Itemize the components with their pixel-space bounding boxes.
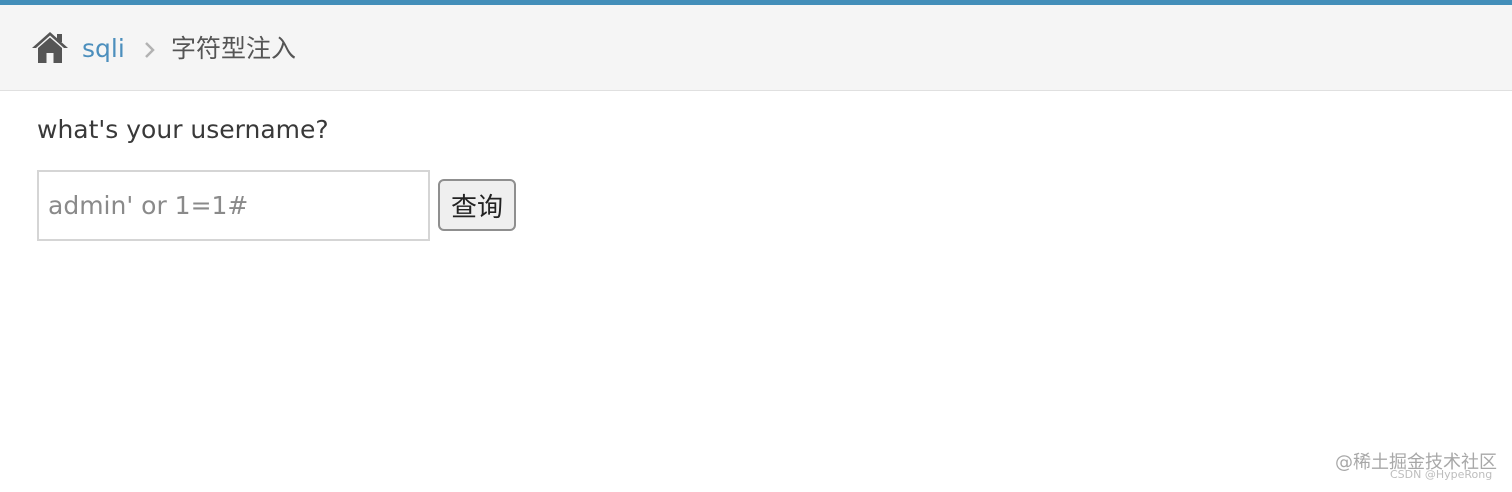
breadcrumb-link-sqli[interactable]: sqli	[82, 33, 125, 65]
home-icon[interactable]	[31, 30, 69, 64]
submit-button[interactable]: 查询	[438, 179, 516, 231]
username-input[interactable]	[37, 170, 430, 241]
username-question: what's your username?	[37, 115, 329, 144]
chevron-right-icon	[143, 40, 157, 60]
breadcrumb-current: 字符型注入	[171, 34, 297, 63]
watermark-subtext: CSDN @HypeRong	[1390, 468, 1493, 481]
breadcrumb: sqli 字符型注入	[0, 5, 1512, 91]
